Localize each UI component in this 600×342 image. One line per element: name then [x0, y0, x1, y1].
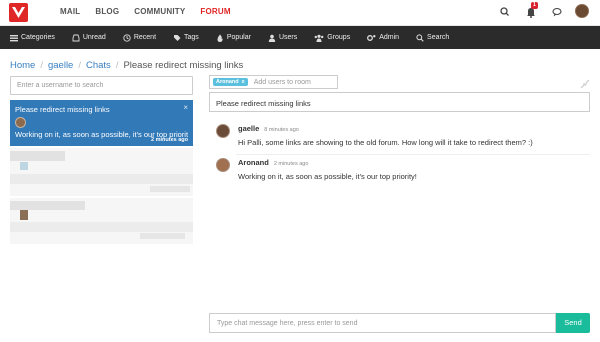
- nav-search[interactable]: Search: [416, 33, 450, 42]
- tags-icon: [174, 34, 181, 41]
- chat-list-item-blurred[interactable]: [10, 198, 193, 244]
- breadcrumb-separator: /: [115, 60, 119, 71]
- search-icon: [416, 33, 424, 42]
- message-author-name: Aronand: [238, 158, 269, 167]
- fire-icon: [217, 34, 223, 42]
- topnav-forum[interactable]: FORUM: [200, 7, 230, 16]
- breadcrumb: Home / gaelle / Chats / Please redirect missin…: [10, 60, 243, 71]
- chat-item-title: Please redirect missing links: [15, 105, 110, 114]
- username-search-input[interactable]: Enter a username to search: [10, 76, 193, 95]
- nav-tags-label: Tags: [184, 34, 199, 41]
- message-avatar[interactable]: [216, 158, 230, 172]
- nav-categories-label: Categories: [21, 34, 55, 41]
- clock-icon: [123, 33, 131, 42]
- nav-recent-label: Recent: [133, 34, 157, 41]
- add-users-placeholder: Add users to room: [253, 78, 311, 86]
- forum-navbar: Categories Unread Recent Tags Popular Us…: [0, 26, 600, 49]
- chat-item-time: 2 minutes ago: [151, 137, 188, 143]
- top-nav: MAIL BLOG COMMUNITY FORUM: [60, 7, 246, 16]
- send-button[interactable]: Send: [556, 313, 590, 333]
- nav-unread[interactable]: Unread: [72, 34, 106, 42]
- topnav-mail[interactable]: MAIL: [60, 7, 80, 16]
- list-icon: [10, 34, 18, 41]
- nav-admin[interactable]: Admin: [367, 34, 399, 42]
- notification-badge: 1: [531, 2, 538, 9]
- nav-users-label: Users: [278, 34, 298, 41]
- remove-user-icon[interactable]: x: [242, 79, 245, 85]
- nav-popular-label: Popular: [226, 34, 251, 41]
- groups-icon: [314, 34, 324, 42]
- nav-unread-label: Unread: [82, 34, 106, 41]
- nav-groups[interactable]: Groups: [314, 34, 350, 42]
- nav-recent[interactable]: Recent: [123, 33, 157, 42]
- message-time: 8 minutes ago: [264, 127, 299, 133]
- room-name-field[interactable]: Please redirect missing links: [209, 92, 590, 112]
- nav-admin-label: Admin: [379, 34, 400, 41]
- nav-users[interactable]: Users: [268, 34, 297, 42]
- nav-search-label: Search: [427, 34, 450, 41]
- room-users-input[interactable]: Aronand x Add users to room: [209, 75, 338, 89]
- breadcrumb-separator: /: [78, 60, 81, 71]
- message-author[interactable]: gaelle 8 minutes ago: [238, 124, 299, 133]
- chat-bubble-icon[interactable]: [549, 4, 565, 20]
- search-icon[interactable]: [497, 4, 513, 20]
- nav-groups-label: Groups: [327, 34, 351, 41]
- breadcrumb-home[interactable]: Home: [10, 60, 35, 71]
- notifications-bell-icon[interactable]: 1: [523, 2, 539, 20]
- user-avatar[interactable]: [575, 4, 591, 20]
- avatar-image: [575, 4, 589, 18]
- room-user-tag[interactable]: Aronand x: [213, 78, 248, 86]
- top-navbar: MAIL BLOG COMMUNITY FORUM 1: [0, 0, 600, 26]
- chat-item-avatar: [15, 117, 26, 128]
- message-author-name: gaelle: [238, 124, 260, 133]
- message-author[interactable]: Aronand 2 minutes ago: [238, 158, 308, 167]
- message-text: Working on it, as soon as possible, it's…: [238, 172, 417, 181]
- nav-categories[interactable]: Categories: [10, 34, 55, 42]
- message-text: Hi Palli, some links are showing to the …: [238, 138, 533, 147]
- inbox-icon: [72, 34, 80, 41]
- top-icons: 1: [487, 2, 591, 20]
- cogs-icon: [367, 34, 376, 41]
- breadcrumb-current: Please redirect missing links: [123, 60, 244, 71]
- close-chat-icon[interactable]: ×: [183, 103, 188, 112]
- nav-popular[interactable]: Popular: [216, 34, 251, 42]
- user-icon: [268, 34, 276, 42]
- breadcrumb-user[interactable]: gaelle: [48, 60, 73, 71]
- message-avatar[interactable]: [216, 124, 230, 138]
- message-time: 2 minutes ago: [273, 161, 309, 167]
- chat-list-item-blurred[interactable]: [10, 148, 193, 196]
- breadcrumb-chats[interactable]: Chats: [86, 60, 111, 71]
- topnav-community[interactable]: COMMUNITY: [134, 7, 185, 16]
- message-divider: [236, 154, 590, 155]
- topnav-blog[interactable]: BLOG: [95, 7, 119, 16]
- chat-message-input[interactable]: Type chat message here, press enter to s…: [209, 313, 556, 333]
- chat-messages: gaelle 8 minutes ago Hi Palli, some links…: [209, 118, 590, 308]
- breadcrumb-separator: /: [40, 60, 43, 71]
- room-user-tag-label: Aronand: [216, 79, 239, 85]
- logo-v-icon: [12, 7, 25, 18]
- site-logo[interactable]: [9, 3, 28, 22]
- chat-list-item-active[interactable]: Please redirect missing links × Working …: [10, 100, 193, 146]
- nav-tags[interactable]: Tags: [173, 34, 199, 42]
